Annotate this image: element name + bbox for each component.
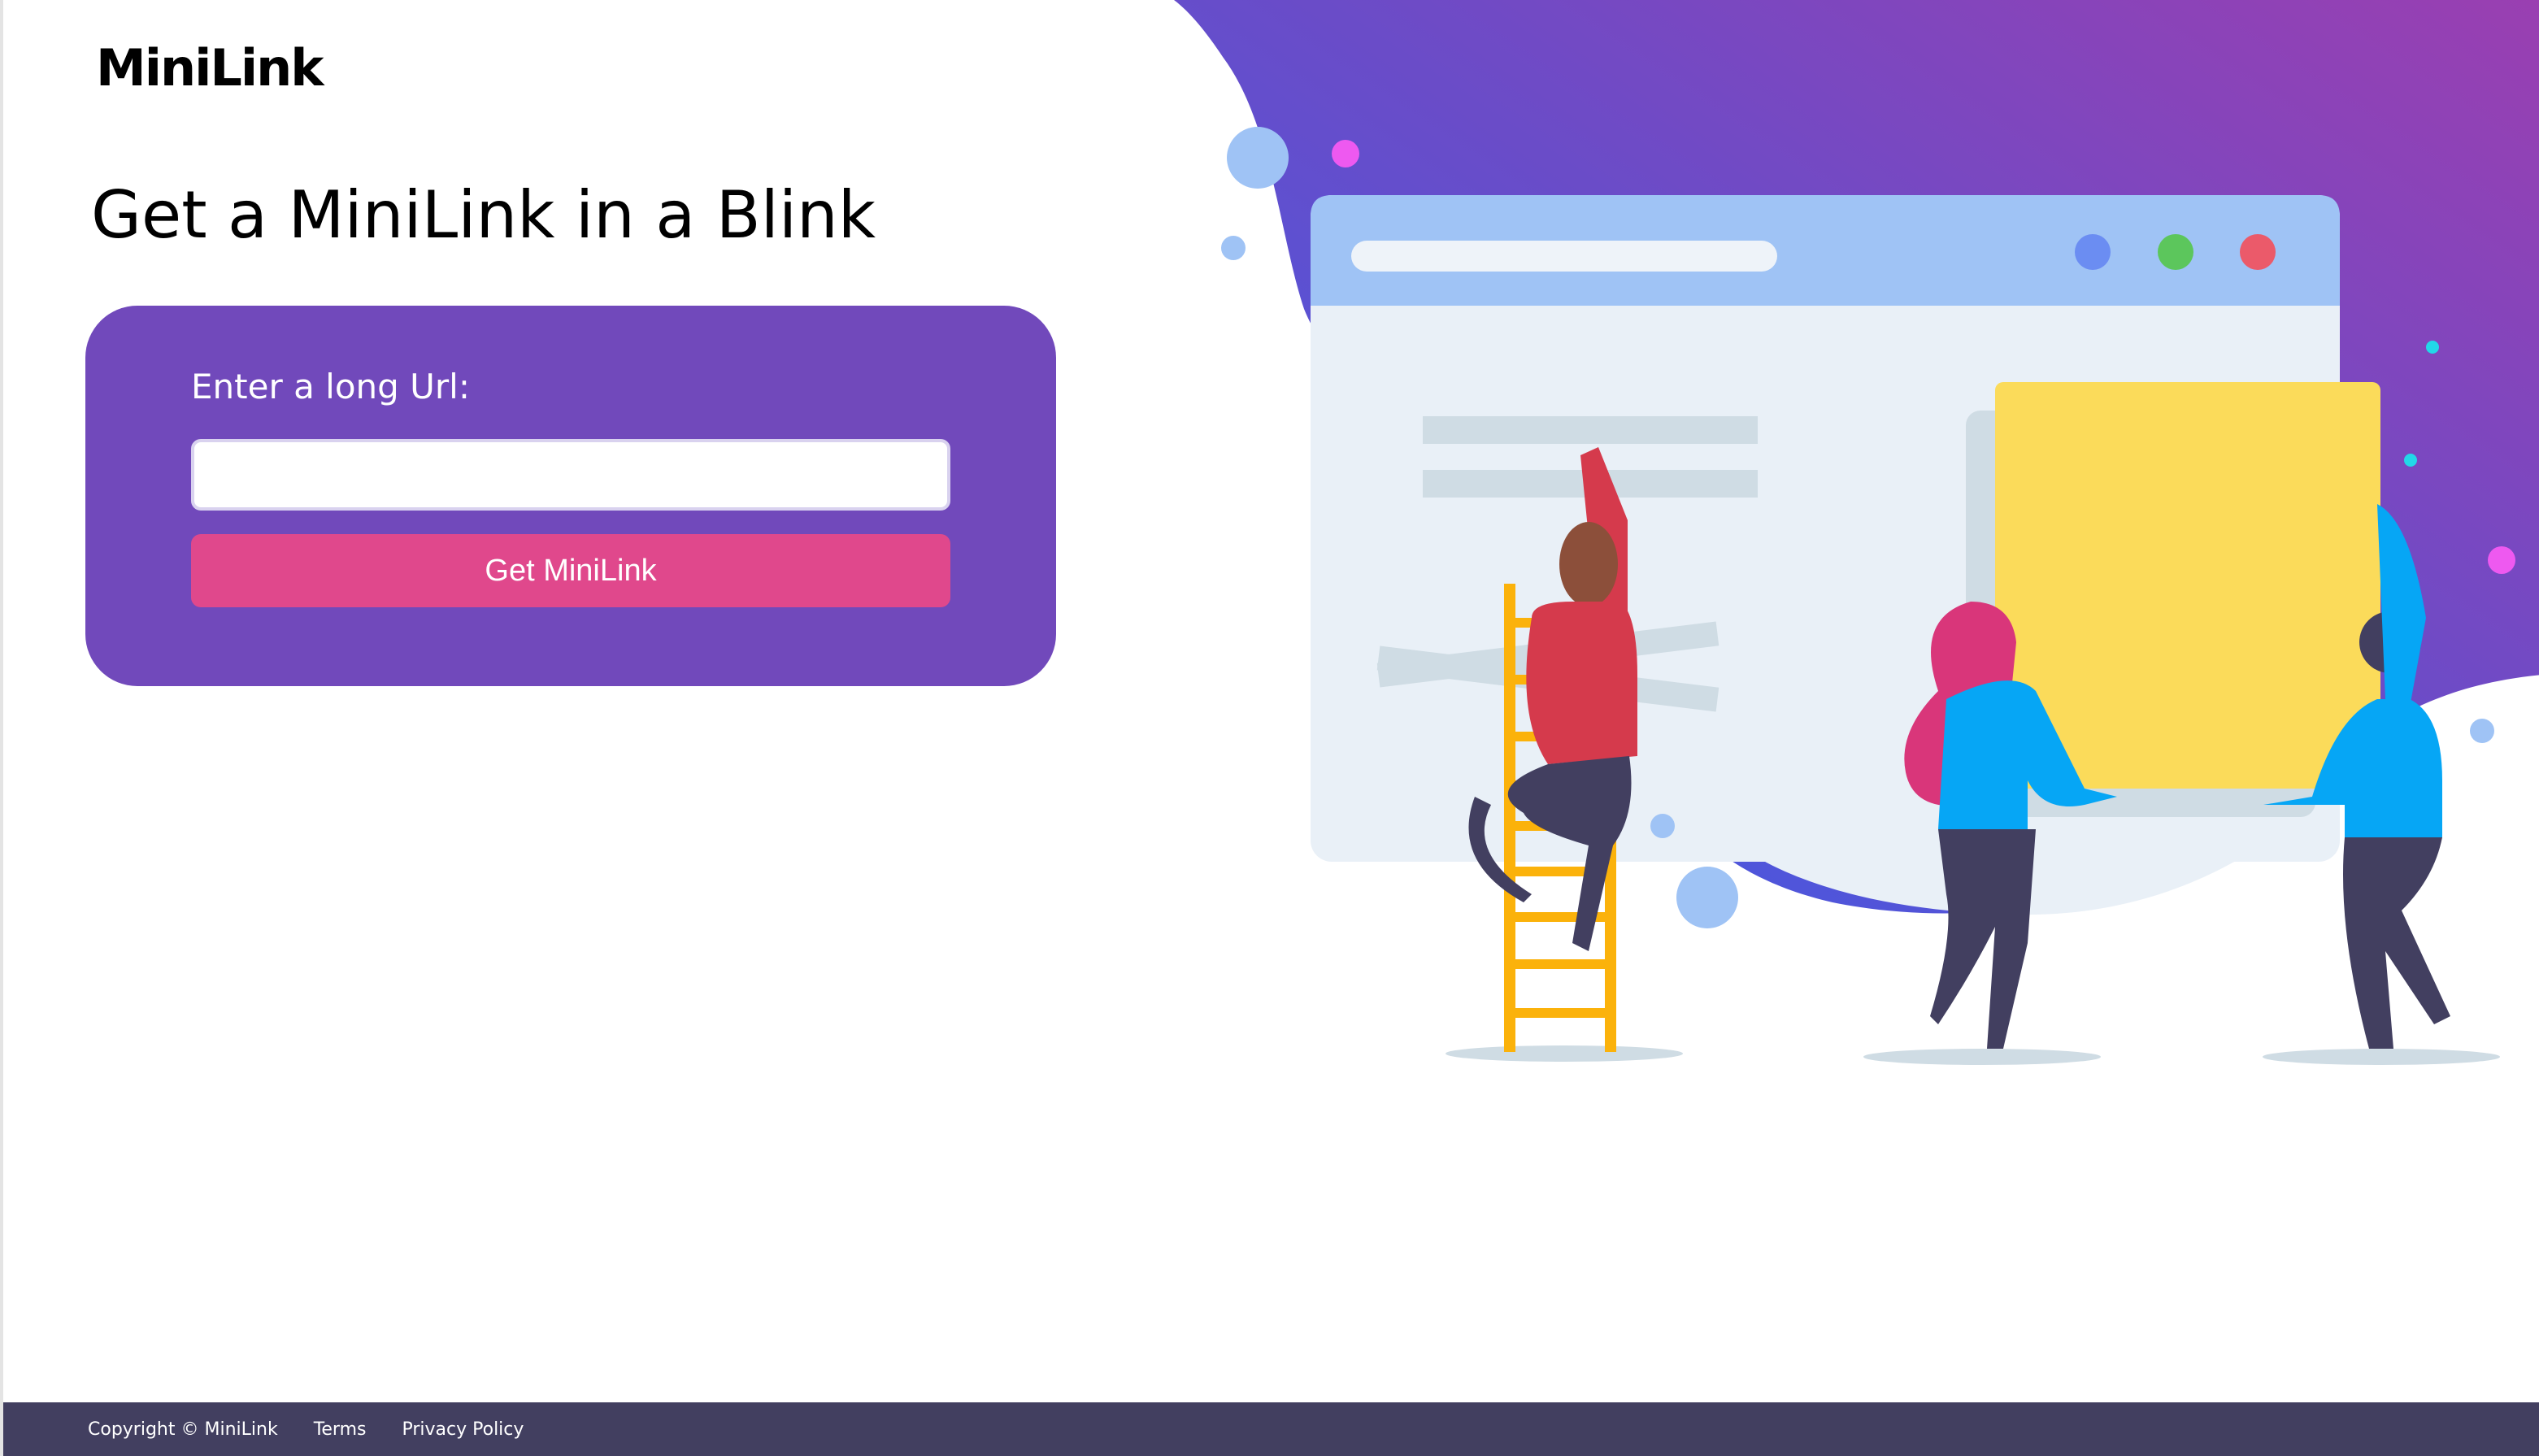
- get-minilink-button[interactable]: Get MiniLink: [191, 534, 950, 607]
- footer-privacy-link[interactable]: Privacy Policy: [402, 1419, 524, 1440]
- url-input-label: Enter a long Url:: [191, 367, 470, 406]
- page-title: Get a MiniLink in a Blink: [91, 177, 876, 253]
- long-url-input[interactable]: [191, 439, 950, 511]
- logo[interactable]: MiniLink: [96, 39, 324, 98]
- shorten-form-card: Enter a long Url: Get MiniLink: [85, 306, 1056, 686]
- footer-copyright: Copyright © MiniLink: [88, 1419, 278, 1440]
- page-root: MiniLink Get a MiniLink in a Blink Enter…: [0, 0, 2539, 1456]
- footer: Copyright © MiniLink Terms Privacy Polic…: [3, 1402, 2539, 1456]
- footer-terms-link[interactable]: Terms: [314, 1419, 367, 1440]
